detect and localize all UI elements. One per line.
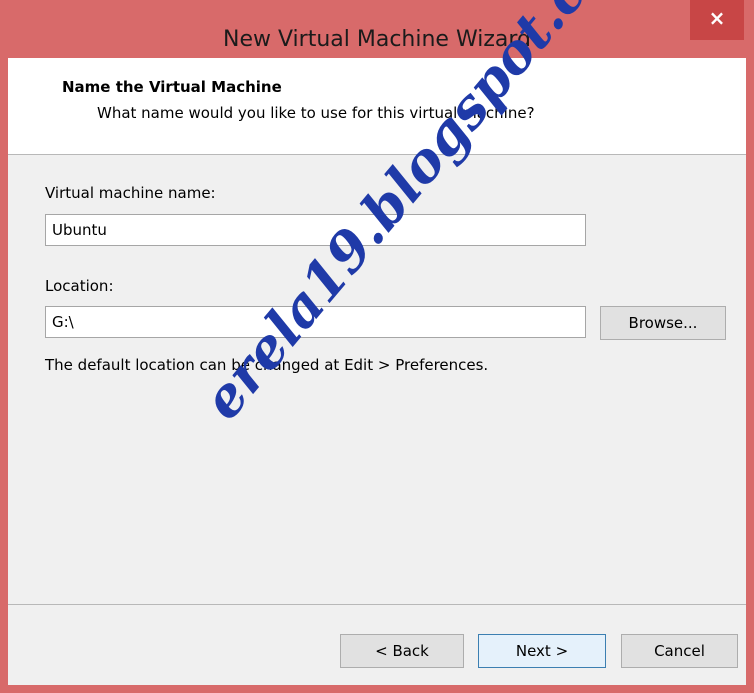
wizard-window: New Virtual Machine Wizard × Name the Vi… <box>0 0 754 693</box>
title-bar[interactable]: New Virtual Machine Wizard × <box>0 0 754 58</box>
page-subtitle: What name would you like to use for this… <box>97 104 535 122</box>
vm-name-input[interactable] <box>45 214 586 246</box>
location-input[interactable] <box>45 306 586 338</box>
window-title: New Virtual Machine Wizard <box>223 27 531 52</box>
page-title: Name the Virtual Machine <box>62 78 282 96</box>
vm-name-label: Virtual machine name: <box>45 184 216 202</box>
back-button[interactable]: < Back <box>340 634 464 668</box>
close-button[interactable]: × <box>690 0 744 40</box>
browse-button[interactable]: Browse... <box>600 306 726 340</box>
next-button[interactable]: Next > <box>478 634 606 668</box>
wizard-header: Name the Virtual Machine What name would… <box>8 58 746 155</box>
footer-divider <box>8 604 746 605</box>
cancel-button[interactable]: Cancel <box>621 634 738 668</box>
location-label: Location: <box>45 277 114 295</box>
location-hint: The default location can be changed at E… <box>45 356 489 374</box>
wizard-client-area: Name the Virtual Machine What name would… <box>8 58 746 685</box>
close-icon: × <box>708 6 726 30</box>
